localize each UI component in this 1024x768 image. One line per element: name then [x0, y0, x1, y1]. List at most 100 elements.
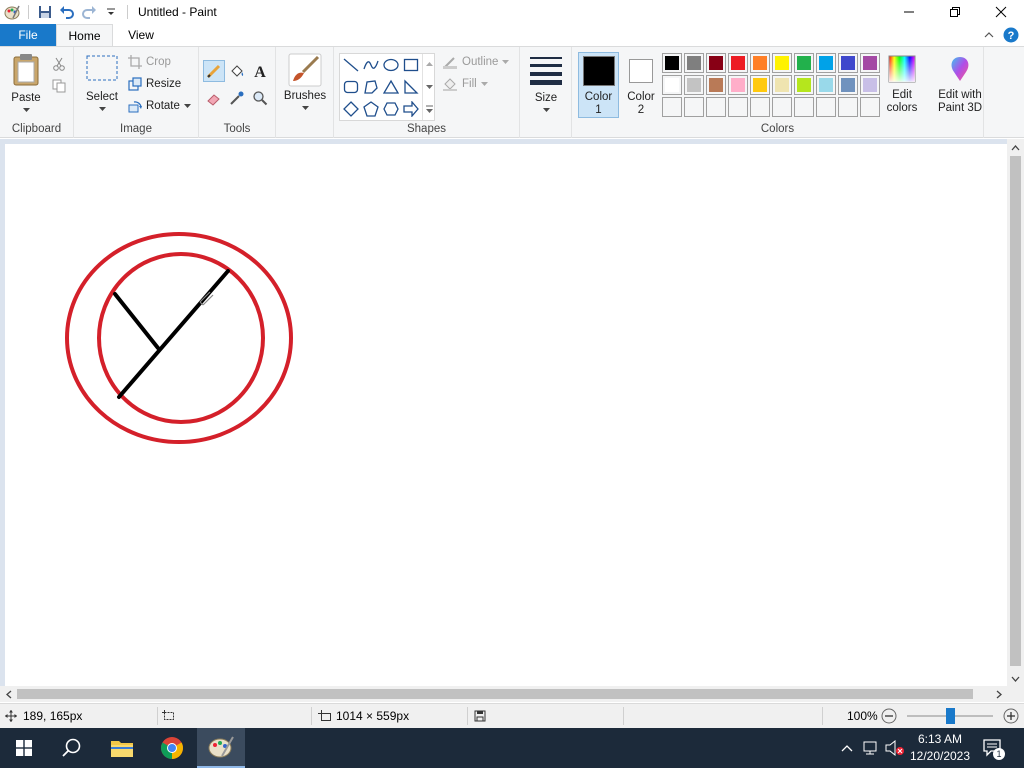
- help-icon[interactable]: ?: [1002, 26, 1020, 44]
- redo-icon[interactable]: [79, 2, 99, 22]
- palette-swatch[interactable]: [662, 97, 682, 117]
- palette-swatch[interactable]: [794, 97, 814, 117]
- palette-swatch[interactable]: [860, 75, 880, 95]
- scroll-up-arrow-icon[interactable]: [1007, 139, 1024, 156]
- cut-icon[interactable]: [48, 53, 70, 75]
- edit-with-paint3d-button[interactable]: Edit with Paint 3D: [932, 55, 988, 115]
- palette-swatch[interactable]: [860, 97, 880, 117]
- hexagon-shape-icon[interactable]: [381, 99, 401, 119]
- vertical-scroll-thumb[interactable]: [1010, 156, 1021, 666]
- color2-button[interactable]: Color 2: [622, 52, 660, 118]
- palette-swatch[interactable]: [816, 53, 836, 73]
- palette-swatch[interactable]: [838, 53, 858, 73]
- chrome-button[interactable]: [148, 728, 196, 768]
- palette-swatch[interactable]: [728, 97, 748, 117]
- edit-colors-button[interactable]: Edit colors: [884, 55, 920, 115]
- copy-icon[interactable]: [48, 75, 70, 97]
- palette-swatch[interactable]: [662, 75, 682, 95]
- paint-taskbar-button[interactable]: [197, 728, 245, 768]
- network-button[interactable]: [860, 728, 882, 768]
- right-arrow-shape-icon[interactable]: [401, 99, 421, 119]
- eraser-tool[interactable]: [203, 87, 225, 109]
- palette-swatch[interactable]: [728, 75, 748, 95]
- brushes-button[interactable]: Brushes: [284, 53, 326, 110]
- line-shape-icon[interactable]: [341, 55, 361, 75]
- start-button[interactable]: [0, 728, 48, 768]
- palette-swatch[interactable]: [662, 53, 682, 73]
- select-button[interactable]: Select: [82, 55, 122, 111]
- scroll-right-arrow-icon[interactable]: [990, 686, 1007, 702]
- palette-swatch[interactable]: [816, 75, 836, 95]
- palette-swatch[interactable]: [750, 53, 770, 73]
- paint-app-icon[interactable]: [2, 2, 22, 22]
- scroll-down-arrow-icon[interactable]: [1007, 670, 1024, 687]
- palette-swatch[interactable]: [860, 53, 880, 73]
- vertical-scrollbar[interactable]: [1007, 139, 1024, 687]
- undo-icon[interactable]: [57, 2, 77, 22]
- palette-swatch[interactable]: [684, 97, 704, 117]
- action-center-button[interactable]: 1: [980, 728, 1006, 768]
- tab-view[interactable]: View: [116, 24, 166, 46]
- customize-quick-access-icon[interactable]: [101, 2, 121, 22]
- palette-swatch[interactable]: [794, 53, 814, 73]
- palette-swatch[interactable]: [706, 53, 726, 73]
- palette-swatch[interactable]: [750, 97, 770, 117]
- close-button[interactable]: [978, 0, 1024, 24]
- curve-shape-icon[interactable]: [361, 55, 381, 75]
- diamond-shape-icon[interactable]: [341, 99, 361, 119]
- color1-button[interactable]: Color 1: [578, 52, 619, 118]
- rounded-rectangle-shape-icon[interactable]: [341, 77, 361, 97]
- magnifier-tool[interactable]: [249, 87, 271, 109]
- palette-swatch[interactable]: [794, 75, 814, 95]
- pencil-tool[interactable]: [203, 60, 225, 82]
- zoom-slider-thumb[interactable]: [946, 708, 955, 724]
- zoom-slider[interactable]: [907, 704, 993, 728]
- horizontal-scroll-thumb[interactable]: [17, 689, 973, 699]
- rectangle-shape-icon[interactable]: [401, 55, 421, 75]
- color-picker-tool[interactable]: [226, 87, 248, 109]
- paste-button[interactable]: Paste: [6, 53, 46, 112]
- minimize-button[interactable]: [886, 0, 932, 24]
- palette-swatch[interactable]: [728, 53, 748, 73]
- palette-swatch[interactable]: [772, 97, 792, 117]
- zoom-out-button[interactable]: [881, 704, 897, 728]
- palette-swatch[interactable]: [838, 97, 858, 117]
- save-icon[interactable]: [35, 2, 55, 22]
- palette-swatch[interactable]: [838, 75, 858, 95]
- horizontal-scrollbar[interactable]: [0, 686, 1007, 702]
- clock[interactable]: 6:13 AM 12/20/2023: [905, 731, 975, 765]
- palette-swatch[interactable]: [706, 97, 726, 117]
- shapes-scroll[interactable]: [422, 54, 435, 120]
- collapse-ribbon-icon[interactable]: [978, 24, 1000, 46]
- drawing-canvas[interactable]: [5, 144, 1007, 687]
- crop-button[interactable]: Crop: [128, 52, 171, 72]
- resize-button[interactable]: Resize: [128, 74, 181, 94]
- palette-swatch[interactable]: [684, 75, 704, 95]
- palette-swatch[interactable]: [816, 97, 836, 117]
- palette-swatch[interactable]: [772, 53, 792, 73]
- tab-file[interactable]: File: [0, 24, 56, 46]
- fill-tool[interactable]: [226, 60, 248, 82]
- search-button[interactable]: [48, 728, 96, 768]
- fill-button[interactable]: Fill: [442, 74, 492, 94]
- pentagon-shape-icon[interactable]: [361, 99, 381, 119]
- file-explorer-button[interactable]: [98, 728, 146, 768]
- zoom-in-button[interactable]: [1003, 704, 1019, 728]
- polygon-shape-icon[interactable]: [361, 77, 381, 97]
- show-hidden-icons-button[interactable]: [838, 728, 856, 768]
- volume-button[interactable]: [884, 728, 906, 768]
- palette-swatch[interactable]: [750, 75, 770, 95]
- maximize-button[interactable]: [932, 0, 978, 24]
- rotate-button[interactable]: Rotate: [128, 96, 195, 116]
- triangle-shape-icon[interactable]: [381, 77, 401, 97]
- size-button[interactable]: Size: [526, 55, 566, 112]
- outline-button[interactable]: Outline: [442, 52, 513, 72]
- right-triangle-shape-icon[interactable]: [401, 77, 421, 97]
- palette-swatch[interactable]: [772, 75, 792, 95]
- palette-swatch[interactable]: [684, 53, 704, 73]
- oval-shape-icon[interactable]: [381, 55, 401, 75]
- scroll-left-arrow-icon[interactable]: [0, 686, 17, 702]
- text-tool[interactable]: A: [249, 60, 271, 82]
- palette-swatch[interactable]: [706, 75, 726, 95]
- tab-home[interactable]: Home: [56, 24, 113, 47]
